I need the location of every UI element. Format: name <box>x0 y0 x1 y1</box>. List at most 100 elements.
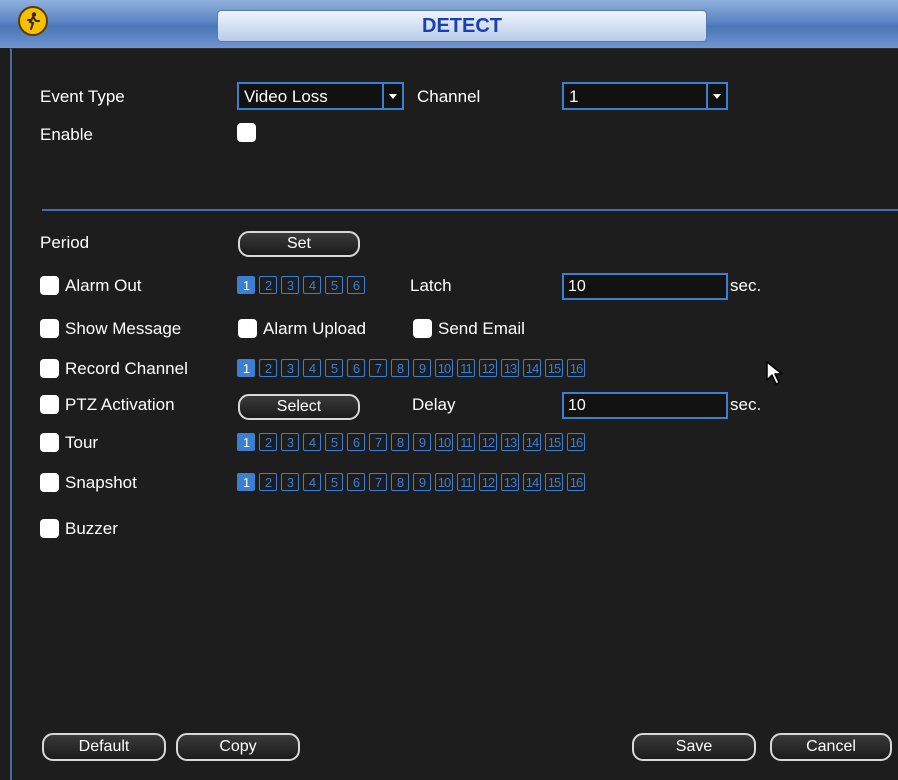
record-channel-toggle-8[interactable]: 8 <box>391 359 409 377</box>
snapshot-toggle-5[interactable]: 5 <box>325 473 343 491</box>
tour-toggle-10[interactable]: 10 <box>435 433 453 451</box>
show-message-checkbox[interactable] <box>40 319 59 338</box>
record-channel-toggle-10[interactable]: 10 <box>435 359 453 377</box>
tour-toggle-12[interactable]: 12 <box>479 433 497 451</box>
record-channel-toggle-13[interactable]: 13 <box>501 359 519 377</box>
tour-toggle-16[interactable]: 16 <box>567 433 585 451</box>
tour-toggle-11[interactable]: 11 <box>457 433 475 451</box>
alarm-out-toggle-2[interactable]: 2 <box>259 276 277 294</box>
record-channel-toggle-2[interactable]: 2 <box>259 359 277 377</box>
snapshot-toggle-4[interactable]: 4 <box>303 473 321 491</box>
record-channel-toggle-7[interactable]: 7 <box>369 359 387 377</box>
snapshot-toggle-9[interactable]: 9 <box>413 473 431 491</box>
record-channel-list: 1 2 3 4 5 6 7 8 9 10 11 12 13 14 15 16 <box>237 359 585 379</box>
snapshot-toggle-2[interactable]: 2 <box>259 473 277 491</box>
snapshot-toggle-3[interactable]: 3 <box>281 473 299 491</box>
tour-toggle-8[interactable]: 8 <box>391 433 409 451</box>
alarm-upload-checkbox[interactable] <box>238 319 257 338</box>
record-channel-toggle-12[interactable]: 12 <box>479 359 497 377</box>
latch-input[interactable]: 10 <box>562 273 728 300</box>
period-label: Period <box>40 233 90 252</box>
cancel-button[interactable]: Cancel <box>770 733 892 761</box>
record-channel-checkbox[interactable] <box>40 359 59 378</box>
record-channel-toggle-14[interactable]: 14 <box>523 359 541 377</box>
chevron-down-icon[interactable] <box>706 84 726 108</box>
alarm-out-outputs: 123456 <box>237 276 365 296</box>
divider <box>42 209 898 211</box>
latch-label: Latch <box>410 276 452 295</box>
snapshot-toggle-12[interactable]: 12 <box>479 473 497 491</box>
tour-toggle-5[interactable]: 5 <box>325 433 343 451</box>
send-email-label: Send Email <box>438 319 525 338</box>
tour-channel-list: 1 2 3 4 5 6 7 8 9 10 11 12 13 14 15 16 <box>237 433 585 453</box>
snapshot-toggle-14[interactable]: 14 <box>523 473 541 491</box>
tour-toggle-2[interactable]: 2 <box>259 433 277 451</box>
record-channel-toggle-15[interactable]: 15 <box>545 359 563 377</box>
delay-input[interactable]: 10 <box>562 392 728 419</box>
ptz-activation-checkbox[interactable] <box>40 395 59 414</box>
ptz-activation-label: PTZ Activation <box>65 395 175 414</box>
tour-toggle-3[interactable]: 3 <box>281 433 299 451</box>
enable-checkbox[interactable] <box>237 123 256 142</box>
default-button[interactable]: Default <box>42 733 166 761</box>
alarm-out-toggle-1[interactable]: 1 <box>237 276 255 294</box>
record-channel-toggle-5[interactable]: 5 <box>325 359 343 377</box>
tour-checkbox[interactable] <box>40 433 59 452</box>
alarm-out-toggle-3[interactable]: 3 <box>281 276 299 294</box>
record-channel-toggle-11[interactable]: 11 <box>457 359 475 377</box>
snapshot-toggle-13[interactable]: 13 <box>501 473 519 491</box>
period-set-button[interactable]: Set <box>238 231 360 257</box>
alarm-out-checkbox[interactable] <box>40 276 59 295</box>
snapshot-toggle-16[interactable]: 16 <box>567 473 585 491</box>
tour-toggle-9[interactable]: 9 <box>413 433 431 451</box>
snapshot-toggle-1[interactable]: 1 <box>237 473 255 491</box>
alarm-out-toggle-4[interactable]: 4 <box>303 276 321 294</box>
mouse-pointer-icon <box>765 360 785 391</box>
record-channel-toggle-9[interactable]: 9 <box>413 359 431 377</box>
tour-toggle-15[interactable]: 15 <box>545 433 563 451</box>
send-email-checkbox[interactable] <box>413 319 432 338</box>
buzzer-label: Buzzer <box>65 519 118 538</box>
record-channel-label: Record Channel <box>65 359 188 378</box>
title-bar: DETECT <box>0 0 898 48</box>
alarm-out-label: Alarm Out <box>65 276 142 295</box>
show-message-label: Show Message <box>65 319 182 338</box>
delay-unit: sec. <box>730 395 762 414</box>
snapshot-label: Snapshot <box>65 473 137 492</box>
delay-label: Delay <box>412 395 456 414</box>
snapshot-toggle-11[interactable]: 11 <box>457 473 475 491</box>
snapshot-toggle-10[interactable]: 10 <box>435 473 453 491</box>
save-button[interactable]: Save <box>632 733 756 761</box>
record-channel-toggle-6[interactable]: 6 <box>347 359 365 377</box>
snapshot-toggle-8[interactable]: 8 <box>391 473 409 491</box>
snapshot-channel-list: 1 2 3 4 5 6 7 8 9 10 11 12 13 14 15 16 <box>237 473 585 493</box>
record-channel-toggle-4[interactable]: 4 <box>303 359 321 377</box>
snapshot-checkbox[interactable] <box>40 473 59 492</box>
snapshot-toggle-7[interactable]: 7 <box>369 473 387 491</box>
event-type-label: Event Type <box>40 87 125 106</box>
copy-button[interactable]: Copy <box>176 733 300 761</box>
alarm-out-toggle-6[interactable]: 6 <box>347 276 365 294</box>
record-channel-toggle-1[interactable]: 1 <box>237 359 255 377</box>
record-channel-toggle-16[interactable]: 16 <box>567 359 585 377</box>
tour-toggle-14[interactable]: 14 <box>523 433 541 451</box>
event-type-select[interactable]: Video Loss <box>237 82 404 110</box>
alarm-out-toggle-5[interactable]: 5 <box>325 276 343 294</box>
tour-toggle-7[interactable]: 7 <box>369 433 387 451</box>
buzzer-checkbox[interactable] <box>40 519 59 538</box>
snapshot-toggle-6[interactable]: 6 <box>347 473 365 491</box>
tour-toggle-4[interactable]: 4 <box>303 433 321 451</box>
channel-select[interactable]: 1 <box>562 82 728 110</box>
detect-panel: Event Type Video Loss Channel 1 Enable P… <box>10 48 898 780</box>
tour-toggle-13[interactable]: 13 <box>501 433 519 451</box>
tour-toggle-6[interactable]: 6 <box>347 433 365 451</box>
running-man-icon <box>18 6 48 36</box>
record-channel-toggle-3[interactable]: 3 <box>281 359 299 377</box>
channel-label: Channel <box>417 87 481 106</box>
tour-toggle-1[interactable]: 1 <box>237 433 255 451</box>
event-type-value: Video Loss <box>244 87 328 106</box>
chevron-down-icon[interactable] <box>382 84 402 108</box>
ptz-select-button[interactable]: Select <box>238 394 360 420</box>
tour-label: Tour <box>65 433 99 452</box>
snapshot-toggle-15[interactable]: 15 <box>545 473 563 491</box>
